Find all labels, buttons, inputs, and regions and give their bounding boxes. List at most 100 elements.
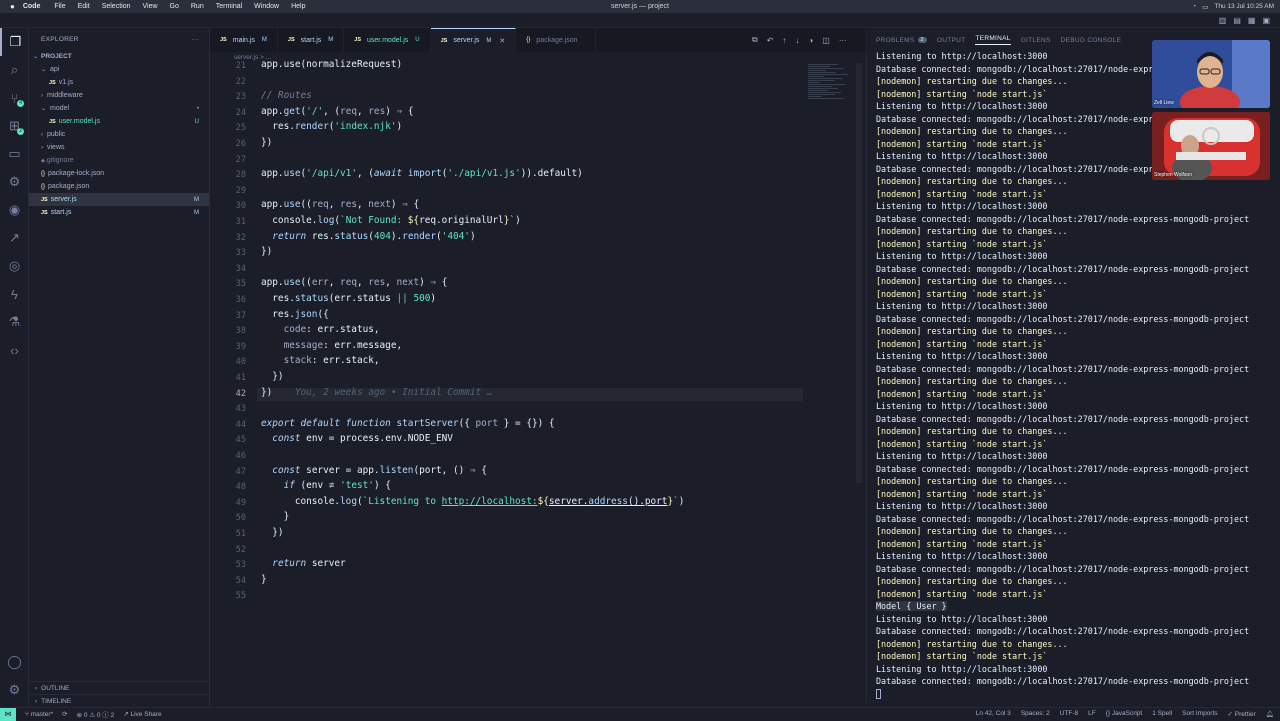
- panel-tab-gitlens[interactable]: GITLENS: [1021, 37, 1051, 44]
- editor-scrollbar[interactable]: [856, 63, 862, 483]
- app-menu[interactable]: Code: [23, 3, 41, 10]
- battery-icon[interactable]: ▭: [1202, 3, 1208, 11]
- panel-tab-debug-console[interactable]: DEBUG CONSOLE: [1061, 37, 1122, 44]
- prettier-status[interactable]: ✓ Prettier: [1228, 710, 1256, 718]
- wifi-icon[interactable]: ◔: [1192, 3, 1196, 10]
- next-change-icon[interactable]: ↓: [795, 36, 799, 45]
- code-line[interactable]: }: [261, 574, 267, 585]
- menu-selection[interactable]: Selection: [102, 3, 131, 10]
- tree-item[interactable]: ⌄ model •: [29, 102, 209, 115]
- notifications-icon[interactable]: 🔔︎: [1266, 710, 1274, 718]
- menu-run[interactable]: Run: [191, 3, 204, 10]
- code-line[interactable]: }): [261, 246, 272, 257]
- open-changes-icon[interactable]: ⧉: [752, 35, 758, 45]
- menu-window[interactable]: Window: [254, 3, 279, 10]
- minimap[interactable]: [808, 63, 854, 123]
- live-share-status[interactable]: ↗ Live Share: [123, 710, 161, 718]
- tree-item[interactable]: › public: [29, 128, 209, 141]
- code-line[interactable]: console.log(`Not Found: ${req.originalUr…: [261, 215, 520, 226]
- code-line[interactable]: }: [261, 511, 290, 522]
- sort-imports[interactable]: Sort Imports: [1182, 710, 1217, 718]
- menu-help[interactable]: Help: [291, 3, 305, 10]
- source-control-icon[interactable]: ⑂ 4: [0, 84, 29, 112]
- code-line[interactable]: if (env ≢ 'test') {: [261, 480, 391, 491]
- tab-package-json[interactable]: {} package.json: [516, 28, 596, 52]
- code-icon[interactable]: ‹›: [0, 336, 29, 364]
- apple-icon[interactable]: ●: [10, 2, 15, 11]
- code-line[interactable]: }): [261, 371, 283, 382]
- tree-item[interactable]: {} package-lock.json: [29, 167, 209, 180]
- tree-item[interactable]: JS user.model.js U: [29, 115, 209, 128]
- split-editor-icon[interactable]: ◫: [822, 36, 830, 45]
- code-line[interactable]: const env = process.env.NODE_ENV: [261, 433, 453, 444]
- settings-gear-icon[interactable]: ⚙: [0, 676, 29, 704]
- code-line[interactable]: }): [261, 137, 272, 148]
- tree-item[interactable]: › middleware: [29, 89, 209, 102]
- menu-go[interactable]: Go: [170, 3, 179, 10]
- code-line[interactable]: app.use((req, res, next) ⇒ {: [261, 199, 419, 210]
- live-share-icon[interactable]: ↗: [0, 224, 29, 252]
- revert-icon[interactable]: ↶: [767, 36, 774, 45]
- menu-file[interactable]: File: [54, 3, 65, 10]
- tab-start-js[interactable]: JS start.js M: [278, 28, 345, 52]
- remote-explorer-icon[interactable]: ▭: [0, 140, 29, 168]
- code-line[interactable]: app.get('/', (req, res) ⇒ {: [261, 106, 413, 117]
- cursor-position[interactable]: Ln 42, Col 3: [976, 710, 1011, 718]
- gitlens-toggle-icon[interactable]: ◑: [808, 36, 813, 45]
- account-icon[interactable]: ◯: [0, 648, 29, 676]
- code-line[interactable]: export default function startServer({ po…: [261, 418, 555, 429]
- code-line[interactable]: }) You, 2 weeks ago • Initial Commit …: [261, 387, 492, 398]
- menu-view[interactable]: View: [142, 3, 157, 10]
- run-debug-icon[interactable]: ⚙: [0, 168, 29, 196]
- problems-status[interactable]: ⊗ 0 ⚠ 0 ⓘ 2: [77, 709, 115, 719]
- toggle-panel-icon[interactable]: ▤: [1233, 16, 1241, 25]
- code-line[interactable]: stack: err.stack,: [261, 355, 380, 366]
- code-line[interactable]: }): [261, 527, 283, 538]
- panel-tab-output[interactable]: OUTPUT: [937, 37, 966, 44]
- toggle-sidebar-icon[interactable]: ▥: [1219, 16, 1227, 25]
- code-line[interactable]: return res.status(404).render('404'): [261, 231, 475, 242]
- indentation[interactable]: Spaces: 2: [1021, 710, 1050, 718]
- tree-item[interactable]: {} package.json: [29, 180, 209, 193]
- code-line[interactable]: app.use('/api/v1', (await import('./api/…: [261, 168, 583, 179]
- project-section[interactable]: ⌄ PROJECT: [29, 50, 209, 63]
- tab-main-js[interactable]: JS main.js M: [210, 28, 278, 52]
- spell-status[interactable]: 1 Spell: [1152, 710, 1172, 718]
- code-line[interactable]: res.json({: [261, 309, 328, 320]
- tab-server-js[interactable]: JS server.js M ✕: [430, 28, 517, 52]
- search-icon[interactable]: ⌕: [0, 56, 29, 84]
- panel-tab-problems[interactable]: PROBLEMS 2: [876, 37, 927, 44]
- layout-icon[interactable]: ▣: [1262, 16, 1270, 25]
- code-line[interactable]: res.render('index.njk'): [261, 121, 402, 132]
- toggle-secondary-icon[interactable]: ▦: [1248, 16, 1256, 25]
- code-line[interactable]: res.status(err.status || 500): [261, 293, 436, 304]
- code-line[interactable]: // Routes: [261, 90, 312, 101]
- sync-icon[interactable]: ⟳: [62, 710, 67, 718]
- tree-item[interactable]: › views: [29, 141, 209, 154]
- menu-terminal[interactable]: Terminal: [216, 3, 242, 10]
- tree-item[interactable]: ◆ .gitignore: [29, 154, 209, 167]
- terminal-prompt[interactable]: [876, 688, 1280, 701]
- tree-item[interactable]: JS server.js M: [29, 193, 209, 206]
- menu-edit[interactable]: Edit: [78, 3, 90, 10]
- code-line[interactable]: return server: [261, 558, 345, 569]
- explorer-icon[interactable]: ❐: [0, 28, 29, 56]
- tree-item[interactable]: JS v1.js: [29, 76, 209, 89]
- tree-item[interactable]: JS start.js M: [29, 206, 209, 219]
- end-of-line[interactable]: LF: [1088, 710, 1096, 718]
- outline-section[interactable]: › OUTLINE: [29, 681, 210, 694]
- extensions-icon[interactable]: ⊞ 2: [0, 112, 29, 140]
- code-editor[interactable]: 21 app.use(normalizeRequest) 22 23 // Routes…: [210, 59, 810, 619]
- encoding[interactable]: UTF-8: [1060, 710, 1078, 718]
- testing-icon[interactable]: ⚗: [0, 308, 29, 336]
- git-branch[interactable]: ⑂ master*: [25, 711, 53, 718]
- code-line[interactable]: message: err.message,: [261, 340, 403, 351]
- tree-item[interactable]: ⌄ api: [29, 63, 209, 76]
- remote-indicator-icon[interactable]: ⋈: [0, 707, 16, 721]
- gitlens-icon[interactable]: ◎: [0, 252, 29, 280]
- mongodb-icon[interactable]: ◉: [0, 196, 29, 224]
- code-line[interactable]: console.log(`Listening to http://localho…: [261, 496, 685, 507]
- tab-user-model-js[interactable]: JS user.model.js U: [344, 28, 431, 52]
- close-icon[interactable]: ✕: [499, 37, 505, 45]
- code-line[interactable]: code: err.status,: [261, 324, 380, 335]
